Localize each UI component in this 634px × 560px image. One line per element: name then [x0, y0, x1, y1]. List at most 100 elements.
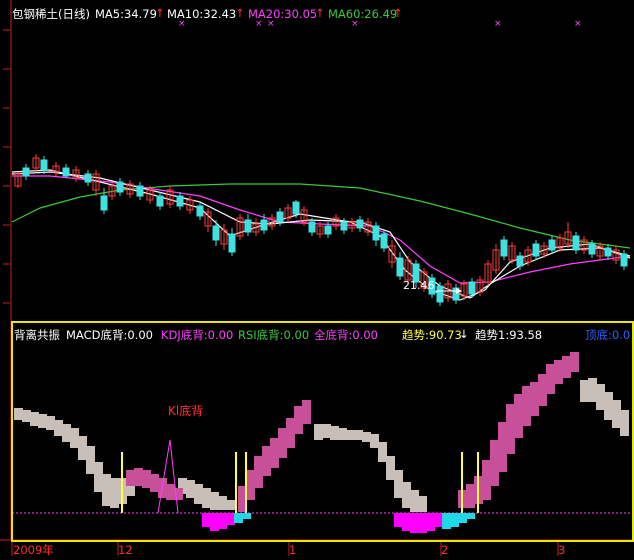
axis-year-label: 2009年: [13, 543, 54, 557]
extra-label: 顶底:0.0: [585, 328, 631, 342]
trend-band-block: [546, 364, 555, 394]
trend-band-block: [142, 470, 151, 488]
trend-band-block: [402, 482, 411, 508]
candle-body: [356, 219, 364, 229]
candle-body: [40, 159, 48, 171]
trend-band-block: [554, 360, 563, 384]
candle-body: [308, 221, 316, 233]
ma5-label: MA5:34.79: [95, 7, 157, 21]
macd-bar-negative: [218, 513, 227, 529]
candle-body: [156, 195, 164, 207]
trend-band-block: [490, 440, 499, 486]
trend-band-block: [362, 432, 371, 442]
candle-body: [516, 255, 524, 267]
trend-band-block: [270, 438, 279, 468]
ma60-label: MA60:26.49: [328, 7, 398, 21]
kdj-divergence-spike: [157, 439, 179, 514]
candle-body: [620, 253, 628, 267]
trend-band-block: [482, 460, 491, 500]
trend-band-block: [254, 456, 263, 488]
candle-body: [228, 233, 236, 253]
cross-marker-icon: ×: [494, 19, 502, 29]
candle-body: [500, 239, 508, 257]
axis-month-12: 12: [118, 543, 133, 557]
macd-bar-negative: [210, 513, 219, 531]
trend-band-block: [386, 456, 395, 480]
trend-band-block: [620, 410, 629, 436]
candle-body: [22, 167, 30, 177]
trend-band-block: [262, 446, 271, 476]
trend-band-block: [330, 426, 339, 440]
trend-band-block: [514, 394, 523, 438]
trend-band-block: [302, 400, 311, 424]
trend-band-block: [94, 462, 103, 492]
axis-month-1: 1: [289, 543, 297, 557]
trend-band-block: [38, 414, 47, 428]
trend-band-block: [210, 492, 219, 510]
macd-bar-turning: [234, 513, 243, 523]
macd-bar-turning: [458, 513, 467, 523]
trend-band-block: [102, 474, 111, 506]
trend-band-block: [604, 392, 613, 420]
candle-body: [604, 247, 612, 257]
trend-arrow-icon: ↓: [459, 327, 469, 341]
stock-name-label: 包钢稀土(日线): [12, 7, 90, 21]
candle-body: [572, 235, 580, 251]
candle-body: [468, 281, 476, 295]
candle-body: [372, 225, 380, 241]
trend-band-block: [294, 406, 303, 434]
trend-band-block: [126, 470, 135, 486]
ma10-arrow-icon: ↑: [235, 6, 245, 20]
trend-band-block: [194, 484, 203, 504]
trend-band-block: [54, 420, 63, 436]
trend-band-block: [322, 424, 331, 438]
candle-body: [588, 243, 596, 255]
trend-band-block: [522, 386, 531, 426]
chart-canvas[interactable]: × × × × × ×: [0, 0, 634, 560]
trend-band-block: [150, 474, 159, 492]
trend-band-block: [314, 424, 323, 440]
trend-band-block: [226, 500, 235, 510]
trend-band-block: [218, 496, 227, 510]
trend-band-block: [410, 490, 419, 512]
trend-band-block: [580, 380, 589, 402]
macd-bar-turning: [450, 513, 459, 527]
trend-band-block: [78, 436, 87, 460]
trend-band-block: [86, 446, 95, 474]
candle-body: [340, 221, 348, 231]
macd-label: MACD底背:0.00: [66, 328, 153, 342]
trend-band-block: [506, 404, 515, 454]
trend-band-block: [530, 382, 539, 416]
ma20-line: [12, 175, 631, 284]
trend-band-block: [62, 424, 71, 442]
candle-body: [84, 173, 92, 183]
ma5-arrow-icon: ↑: [155, 6, 165, 20]
trend-band-block: [612, 400, 621, 428]
axis-month-2: 2: [441, 543, 449, 557]
candle-body: [548, 239, 556, 251]
candle-body: [244, 219, 252, 233]
trend-band-block: [596, 384, 605, 410]
trend-label: 趋势:90.73: [402, 328, 462, 342]
trend-band-block: [30, 412, 39, 426]
macd-bar-negative: [394, 513, 403, 527]
ma20-label: MA20:30.05: [248, 7, 318, 21]
axis-month-3: 3: [558, 543, 566, 557]
ma60-line: [11, 183, 631, 249]
indicator-title: 背离共振: [14, 328, 60, 342]
trend-band-block: [202, 488, 211, 508]
trend-band-block: [538, 374, 547, 406]
rsi-label: RSI底背:0.00: [238, 328, 310, 342]
ma60-arrow-icon: ↑: [393, 6, 403, 20]
trend-band-block: [418, 496, 427, 512]
candle-body: [62, 167, 70, 177]
trend1-label: 趋势1:93.58: [475, 328, 543, 342]
trend-band-block: [338, 428, 347, 440]
trend-band-block: [110, 478, 119, 508]
ma10-line: [11, 171, 631, 299]
trend-band-block: [588, 378, 597, 402]
macd-bar-negative: [418, 513, 427, 533]
trend-band-block: [562, 356, 571, 378]
trend-band-block: [278, 428, 287, 458]
trend-band-block: [14, 408, 23, 420]
